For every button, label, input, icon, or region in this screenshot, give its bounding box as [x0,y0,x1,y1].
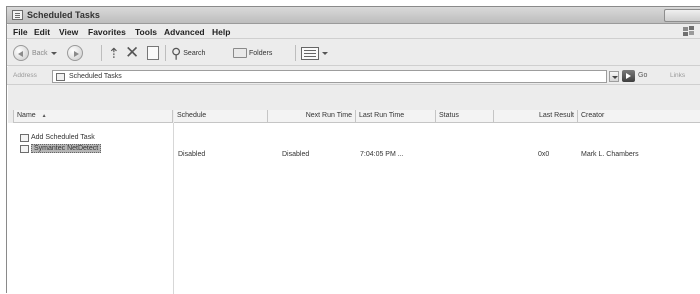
add-task-icon [20,133,29,142]
properties-icon [147,46,159,60]
list-item-task[interactable]: Symantec NetDetect [20,143,102,154]
address-dropdown-button[interactable] [609,71,619,82]
cell-last-run-time: 7:04:05 PM ... [360,151,404,158]
scheduled-tasks-window: Scheduled Tasks File Edit View Favorites… [6,6,700,294]
toolbar-divider [101,45,102,61]
links-button[interactable]: Links [670,72,685,79]
windows-logo-icon [682,26,696,38]
properties-button[interactable] [147,44,159,62]
forward-arrow-icon [67,45,83,61]
views-button[interactable] [301,44,328,62]
search-button[interactable]: ⚲ Search [171,44,205,62]
toolbar-divider [295,45,296,61]
folders-label: Folders [249,49,273,57]
menu-file[interactable]: File [13,27,28,37]
up-arrow-icon: ⇡ [108,45,120,61]
list-item-add-task[interactable]: Add Scheduled Task [20,132,95,143]
column-schedule[interactable]: Schedule [174,110,268,123]
delete-x-icon: ✕ [125,43,140,62]
back-button[interactable]: Back [13,44,57,62]
chevron-down-icon [322,51,328,55]
menu-bar: File Edit View Favorites Tools Advanced … [7,25,700,39]
menu-edit[interactable]: Edit [34,27,50,37]
address-label: Address [13,72,37,79]
task-icon [20,144,29,153]
column-header-row: Name ▲ Schedule Next Run Time Last Run T… [7,110,700,123]
toolbar: Back ⇡ ✕ ⚲ Search Folders [7,40,700,66]
address-bar: Address Scheduled Tasks Go Links [7,67,700,85]
column-name[interactable]: Name ▲ [13,110,173,123]
back-label: Back [32,49,48,57]
column-last-result[interactable]: Last Result [494,110,578,123]
address-value: Scheduled Tasks [69,73,122,80]
left-pane: Add Scheduled Task Symantec NetDetect [7,123,174,294]
task-list: Add Scheduled Task Symantec NetDetect Di… [7,123,700,294]
go-arrow-icon[interactable] [622,70,635,82]
views-icon [301,46,319,60]
folders-icon [233,48,247,58]
cell-creator: Mark L. Chambers [581,151,639,158]
forward-button[interactable] [67,44,83,62]
menu-advanced[interactable]: Advanced [164,27,205,37]
cell-last-result: 0x0 [538,151,550,158]
column-next-run-time[interactable]: Next Run Time [268,110,356,123]
address-input[interactable]: Scheduled Tasks [52,70,607,83]
folder-icon [12,10,23,20]
menu-tools[interactable]: Tools [135,27,157,37]
back-arrow-icon [13,45,29,61]
minimize-button[interactable] [664,9,700,22]
menu-view[interactable]: View [59,27,78,37]
menu-help[interactable]: Help [212,27,230,37]
menu-favorites[interactable]: Favorites [88,27,126,37]
list-item-label: Symantec NetDetect [31,144,102,153]
chevron-down-icon [50,51,57,55]
column-creator[interactable]: Creator [578,110,700,123]
toolbar-divider [165,45,166,61]
cell-schedule: Disabled [178,151,206,158]
go-button[interactable]: Go [638,72,647,79]
list-item-label: Add Scheduled Task [31,134,95,141]
up-folder-button[interactable]: ⇡ [108,44,120,62]
title-bar[interactable]: Scheduled Tasks [7,7,700,24]
sort-ascending-icon: ▲ [41,113,47,119]
column-name-label: Name [17,112,36,119]
delete-button[interactable]: ✕ [125,44,139,62]
folders-button[interactable]: Folders [233,44,272,62]
window-title: Scheduled Tasks [27,10,100,20]
column-last-run-time[interactable]: Last Run Time [356,110,436,123]
folder-icon [56,73,65,81]
column-status[interactable]: Status [436,110,494,123]
cell-next-run-time: Disabled [282,151,310,158]
search-icon: ⚲ [171,45,182,61]
search-label: Search [183,49,206,57]
